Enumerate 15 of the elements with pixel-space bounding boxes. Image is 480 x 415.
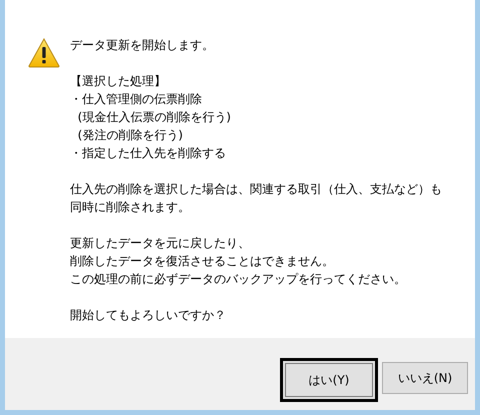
message-text: (現金仕入伝票の削除を行う) [76, 109, 231, 126]
message-text: 仕入先の削除を選択した場合は、関連する取引（仕入、支払など）も [70, 181, 442, 198]
warning-icon [28, 38, 60, 68]
message-text: この処理の前に必ずデータのバックアップを行ってください。 [70, 271, 406, 288]
message-text: 【選択した処理】 [70, 73, 166, 90]
message-text: 更新したデータを元に戻したり、 [70, 235, 250, 252]
yes-button[interactable]: はい(Y) [280, 358, 378, 402]
message-text: ・仕入管理側の伝票削除 [70, 91, 202, 108]
message-text: データ更新を開始します。 [70, 37, 214, 54]
message-text: 削除したデータを復活させることはできません。 [70, 253, 334, 270]
message-text: ・指定した仕入先を削除する [70, 145, 226, 162]
no-button[interactable]: いいえ(N) [382, 362, 468, 394]
message-text: 開始してもよろしいですか？ [70, 307, 226, 324]
message-text: 同時に削除されます。 [70, 199, 190, 216]
message-text: (発注の削除を行う) [76, 127, 183, 144]
